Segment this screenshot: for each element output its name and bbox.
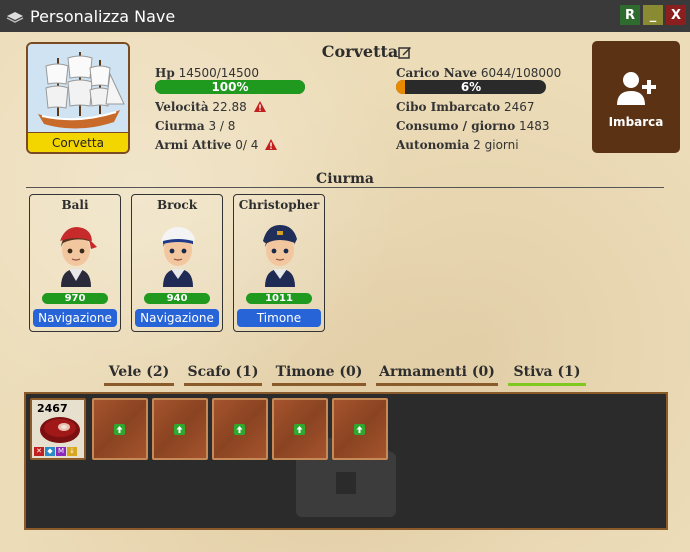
ship-settings-icon <box>6 9 24 23</box>
crew-role-badge: Timone <box>237 309 321 327</box>
delete-item-button[interactable]: ✕ <box>34 447 44 456</box>
embark-label: Imbarca <box>608 115 664 129</box>
speed-value: 22.88 <box>212 100 247 114</box>
sailor-avatar-icon <box>161 227 195 287</box>
consumption-label: Consumo / giorno <box>396 119 516 133</box>
inventory-item-meat[interactable]: 2467 ✕ ◆ M ↓ <box>30 398 86 460</box>
crew-name: Christopher <box>238 198 320 212</box>
tab-timone[interactable]: Timone (0) <box>272 362 366 386</box>
ship-card[interactable]: Corvetta <box>26 42 130 154</box>
crew-stat: Ciurma 3 / 8 <box>155 119 235 133</box>
crew-label: Ciurma <box>155 119 205 133</box>
crew-role-badge: Navigazione <box>33 309 117 327</box>
food-value: 2467 <box>503 100 535 114</box>
window-titlebar: Personalizza Nave R _ X <box>0 0 690 32</box>
section-divider <box>26 187 664 188</box>
ship-type-label: Corvetta <box>28 132 128 152</box>
autonomy-label: Autonomia <box>396 138 470 152</box>
food-label: Cibo Imbarcato <box>396 100 501 114</box>
autonomy-stat: Autonomia 2 giorni <box>396 138 519 152</box>
tab-vele[interactable]: Vele (2) <box>104 362 174 386</box>
food-stat: Cibo Imbarcato 2467 <box>396 100 534 114</box>
empty-slot[interactable] <box>92 398 148 460</box>
crew-card[interactable]: Brock 940 Navigazione <box>131 194 223 332</box>
empty-slot[interactable] <box>212 398 268 460</box>
warning-icon <box>253 101 266 115</box>
crew-card[interactable]: Bali 970 Navigazione <box>29 194 121 332</box>
empty-slot[interactable] <box>272 398 328 460</box>
crew-xp: 970 <box>42 293 108 304</box>
tab-armamenti[interactable]: Armamenti (0) <box>376 362 498 386</box>
autonomy-value: 2 giorni <box>473 138 519 152</box>
drop-item-button[interactable]: ↓ <box>67 447 77 456</box>
user-plus-icon <box>617 72 656 105</box>
empty-slot[interactable] <box>332 398 388 460</box>
r-button[interactable]: R <box>620 5 640 25</box>
cargo-value: 6044/108000 <box>480 66 562 80</box>
hp-label: Hp <box>155 66 175 80</box>
crew-name: Brock <box>156 198 198 212</box>
ship-image <box>28 44 128 134</box>
consumption-value: 1483 <box>519 119 550 133</box>
edit-icon[interactable] <box>398 44 412 63</box>
pirate-avatar-icon <box>60 227 97 287</box>
crew-xp: 1011 <box>246 293 312 304</box>
empty-slot[interactable] <box>152 398 208 460</box>
cargo-stat: Carico Nave 6044/108000 <box>396 66 561 80</box>
weapons-label: Armi Attive <box>155 138 232 152</box>
warning-icon <box>265 139 278 153</box>
minimize-button[interactable]: _ <box>643 5 663 25</box>
ship-panel: Corvetta Corvetta Hp 14500/14500 100% Ve… <box>0 32 690 552</box>
cargo-bar: 6% <box>396 80 546 94</box>
upload-arrow-icon <box>234 424 245 435</box>
speed-stat: Velocità 22.88 <box>155 100 266 115</box>
hp-value: 14500/14500 <box>178 66 259 80</box>
equipment-tabs: Vele (2) Scafo (1) Timone (0) Armamenti … <box>0 362 690 388</box>
hp-stat: Hp 14500/14500 <box>155 66 259 80</box>
tab-scafo[interactable]: Scafo (1) <box>184 362 262 386</box>
weapons-stat: Armi Attive 0/ 4 <box>155 138 278 153</box>
weapons-value: 0/ 4 <box>235 138 259 152</box>
crew-xp: 940 <box>144 293 210 304</box>
meat-icon <box>40 417 80 443</box>
inventory-grid: 2467 ✕ ◆ M ↓ <box>24 392 668 530</box>
hp-bar: 100% <box>155 80 305 94</box>
upload-arrow-icon <box>114 424 125 435</box>
crew-name: Bali <box>61 198 89 212</box>
cargo-percent: 6% <box>460 80 482 94</box>
merge-item-button[interactable]: M <box>56 447 66 456</box>
upload-arrow-icon <box>354 424 365 435</box>
crew-value: 3 / 8 <box>208 119 236 133</box>
speed-label: Velocità <box>155 100 209 114</box>
crew-card[interactable]: Christopher 1011 Timone <box>233 194 325 332</box>
cargo-label: Carico Nave <box>396 66 478 80</box>
window-title: Personalizza Nave <box>30 6 176 26</box>
crew-role-badge: Navigazione <box>135 309 219 327</box>
crew-section-title: Ciurma <box>316 171 374 187</box>
hp-percent: 100% <box>211 80 249 94</box>
upload-arrow-icon <box>294 424 305 435</box>
move-item-button[interactable]: ◆ <box>45 447 55 456</box>
consumption-stat: Consumo / giorno 1483 <box>396 119 550 133</box>
tab-stiva[interactable]: Stiva (1) <box>508 362 586 386</box>
close-button[interactable]: X <box>666 5 686 25</box>
upload-arrow-icon <box>174 424 185 435</box>
helmsman-avatar-icon <box>263 225 297 287</box>
embark-button[interactable]: Imbarca <box>592 41 680 153</box>
